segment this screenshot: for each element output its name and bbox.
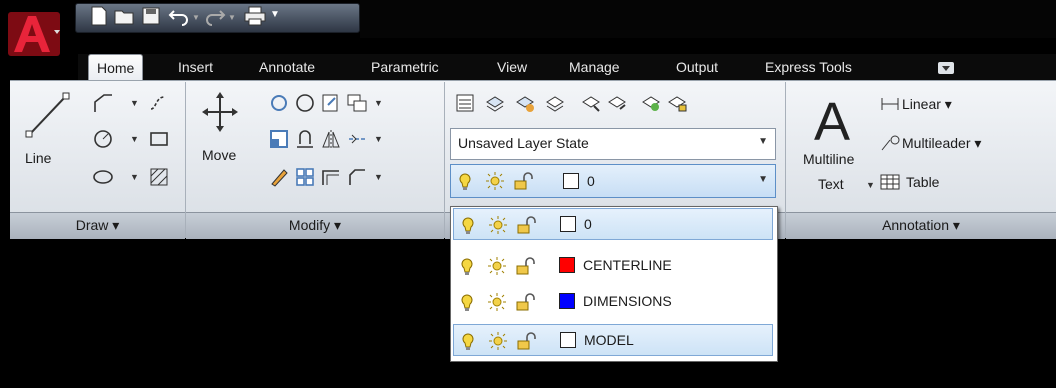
offset-icon[interactable] (320, 166, 342, 188)
polyline-icon[interactable] (92, 92, 114, 114)
quick-access-toolbar: ▼ ▼ ▼ (75, 3, 360, 33)
polyline-dropdown-icon[interactable]: ▼ (130, 98, 139, 108)
new-icon[interactable] (90, 6, 108, 31)
layer-state-combo[interactable]: Unsaved Layer State ▼ (450, 128, 776, 160)
linear-label[interactable]: Linear ▾ (902, 96, 952, 113)
redo-dropdown-icon[interactable]: ▼ (228, 13, 236, 22)
list-item[interactable]: CENTERLINE (453, 250, 773, 282)
explode-dropdown-icon[interactable]: ▼ (374, 134, 383, 144)
table-label[interactable]: Table (906, 174, 939, 190)
layer-color-swatch (559, 257, 575, 273)
text-dropdown-icon[interactable]: ▼ (866, 180, 875, 190)
tab-annotate[interactable]: Annotate (259, 59, 315, 75)
open-icon[interactable] (114, 6, 136, 31)
list-item[interactable]: MODEL (453, 324, 773, 356)
layer-off-icon[interactable] (606, 92, 628, 114)
spline-icon[interactable] (148, 92, 170, 114)
ellipse-dropdown-icon[interactable]: ▼ (130, 172, 139, 182)
copy-icon[interactable] (346, 92, 368, 114)
plot-icon[interactable] (244, 6, 266, 31)
undo-dropdown-icon[interactable]: ▼ (192, 13, 200, 22)
layer-previous-icon[interactable] (514, 92, 536, 114)
current-layer-combo[interactable]: 0 ▼ (450, 164, 776, 198)
line-icon[interactable] (22, 90, 72, 145)
line-label[interactable]: Line (25, 150, 51, 166)
layer-color-swatch (563, 173, 579, 189)
text-label[interactable]: Text (818, 176, 844, 192)
ellipse-icon[interactable] (92, 166, 114, 188)
fillet-icon[interactable] (294, 128, 316, 150)
list-item[interactable]: DIMENSIONS (453, 286, 773, 318)
erase-icon[interactable] (268, 166, 290, 188)
multileader-label[interactable]: Multileader ▾ (902, 135, 981, 152)
tab-parametric[interactable]: Parametric (371, 59, 439, 75)
tab-home[interactable]: Home (88, 54, 144, 83)
explode-icon[interactable] (346, 128, 368, 150)
layer-status-icons (459, 292, 555, 312)
layer-freeze-icon[interactable] (580, 92, 602, 114)
save-icon[interactable] (142, 6, 160, 31)
layer-color-swatch (559, 293, 575, 309)
ribbon-tab-bar: Home Insert Annotate Parametric View Man… (78, 54, 1056, 83)
chevron-down-icon: ▼ (758, 136, 768, 147)
rotate-icon[interactable] (268, 92, 290, 114)
multiline-label[interactable]: Multiline (803, 151, 854, 167)
hatch-icon[interactable] (148, 166, 170, 188)
modify-panel-title[interactable]: Modify ▾ (186, 212, 444, 239)
layer-lock-icon[interactable] (666, 92, 688, 114)
redo-icon[interactable] (204, 6, 226, 31)
layer-properties-icon[interactable] (454, 92, 476, 114)
linear-dimension-icon[interactable] (880, 96, 900, 117)
stretch-icon[interactable] (268, 128, 290, 150)
title-bar-right (360, 0, 1056, 38)
mirror-icon[interactable] (320, 128, 342, 150)
layer-name: MODEL (584, 332, 634, 348)
tab-insert[interactable]: Insert (178, 59, 213, 75)
layer-color-swatch (560, 332, 576, 348)
tab-express-tools[interactable]: Express Tools (765, 59, 852, 75)
layer-isolate-icon[interactable] (544, 92, 566, 114)
tab-output[interactable]: Output (676, 59, 718, 75)
array-icon[interactable] (294, 166, 316, 188)
table-icon[interactable] (880, 174, 900, 195)
extend-icon[interactable] (320, 92, 342, 114)
chevron-down-icon: ▼ (758, 174, 768, 185)
layer-name: DIMENSIONS (583, 293, 672, 309)
circle-dropdown-icon[interactable]: ▼ (130, 134, 139, 144)
layer-unisolate-icon[interactable] (640, 92, 662, 114)
application-menu-button[interactable] (8, 12, 64, 58)
annotation-panel-title[interactable]: Annotation ▾ (786, 212, 1056, 239)
layer-status-icons (460, 215, 556, 235)
layer-match-icon[interactable] (484, 92, 506, 114)
layer-status-icons (457, 171, 553, 191)
layer-state-value: Unsaved Layer State (458, 135, 589, 151)
copy-dropdown-icon[interactable]: ▼ (374, 98, 383, 108)
draw-panel-title[interactable]: Draw ▾ (10, 212, 185, 239)
customize-icon[interactable]: ▼ (270, 9, 280, 20)
trim-icon[interactable] (294, 92, 316, 114)
circle-icon[interactable] (92, 128, 114, 150)
move-icon[interactable] (202, 92, 238, 137)
layer-dropdown-list: 0 CENTERLINE DIMENSIONS MODEL (450, 206, 778, 362)
undo-icon[interactable] (168, 6, 190, 31)
layer-name: CENTERLINE (583, 257, 672, 273)
layer-name: 0 (584, 216, 592, 232)
rectangle-icon[interactable] (148, 128, 170, 150)
move-label[interactable]: Move (202, 147, 236, 163)
layer-status-icons (460, 331, 556, 351)
multiline-text-icon[interactable]: A (812, 92, 856, 152)
list-item[interactable]: 0 (453, 208, 773, 240)
layer-color-swatch (560, 216, 576, 232)
chamfer-icon[interactable] (346, 166, 368, 188)
tab-view[interactable]: View (497, 59, 527, 75)
multileader-icon[interactable] (880, 135, 902, 156)
layer-status-icons (459, 256, 555, 276)
current-layer-name: 0 (587, 173, 595, 189)
tab-manage[interactable]: Manage (569, 59, 620, 75)
minimize-ribbon-icon[interactable] (938, 61, 954, 77)
svg-text:A: A (814, 94, 850, 146)
chamfer-dropdown-icon[interactable]: ▼ (374, 172, 383, 182)
